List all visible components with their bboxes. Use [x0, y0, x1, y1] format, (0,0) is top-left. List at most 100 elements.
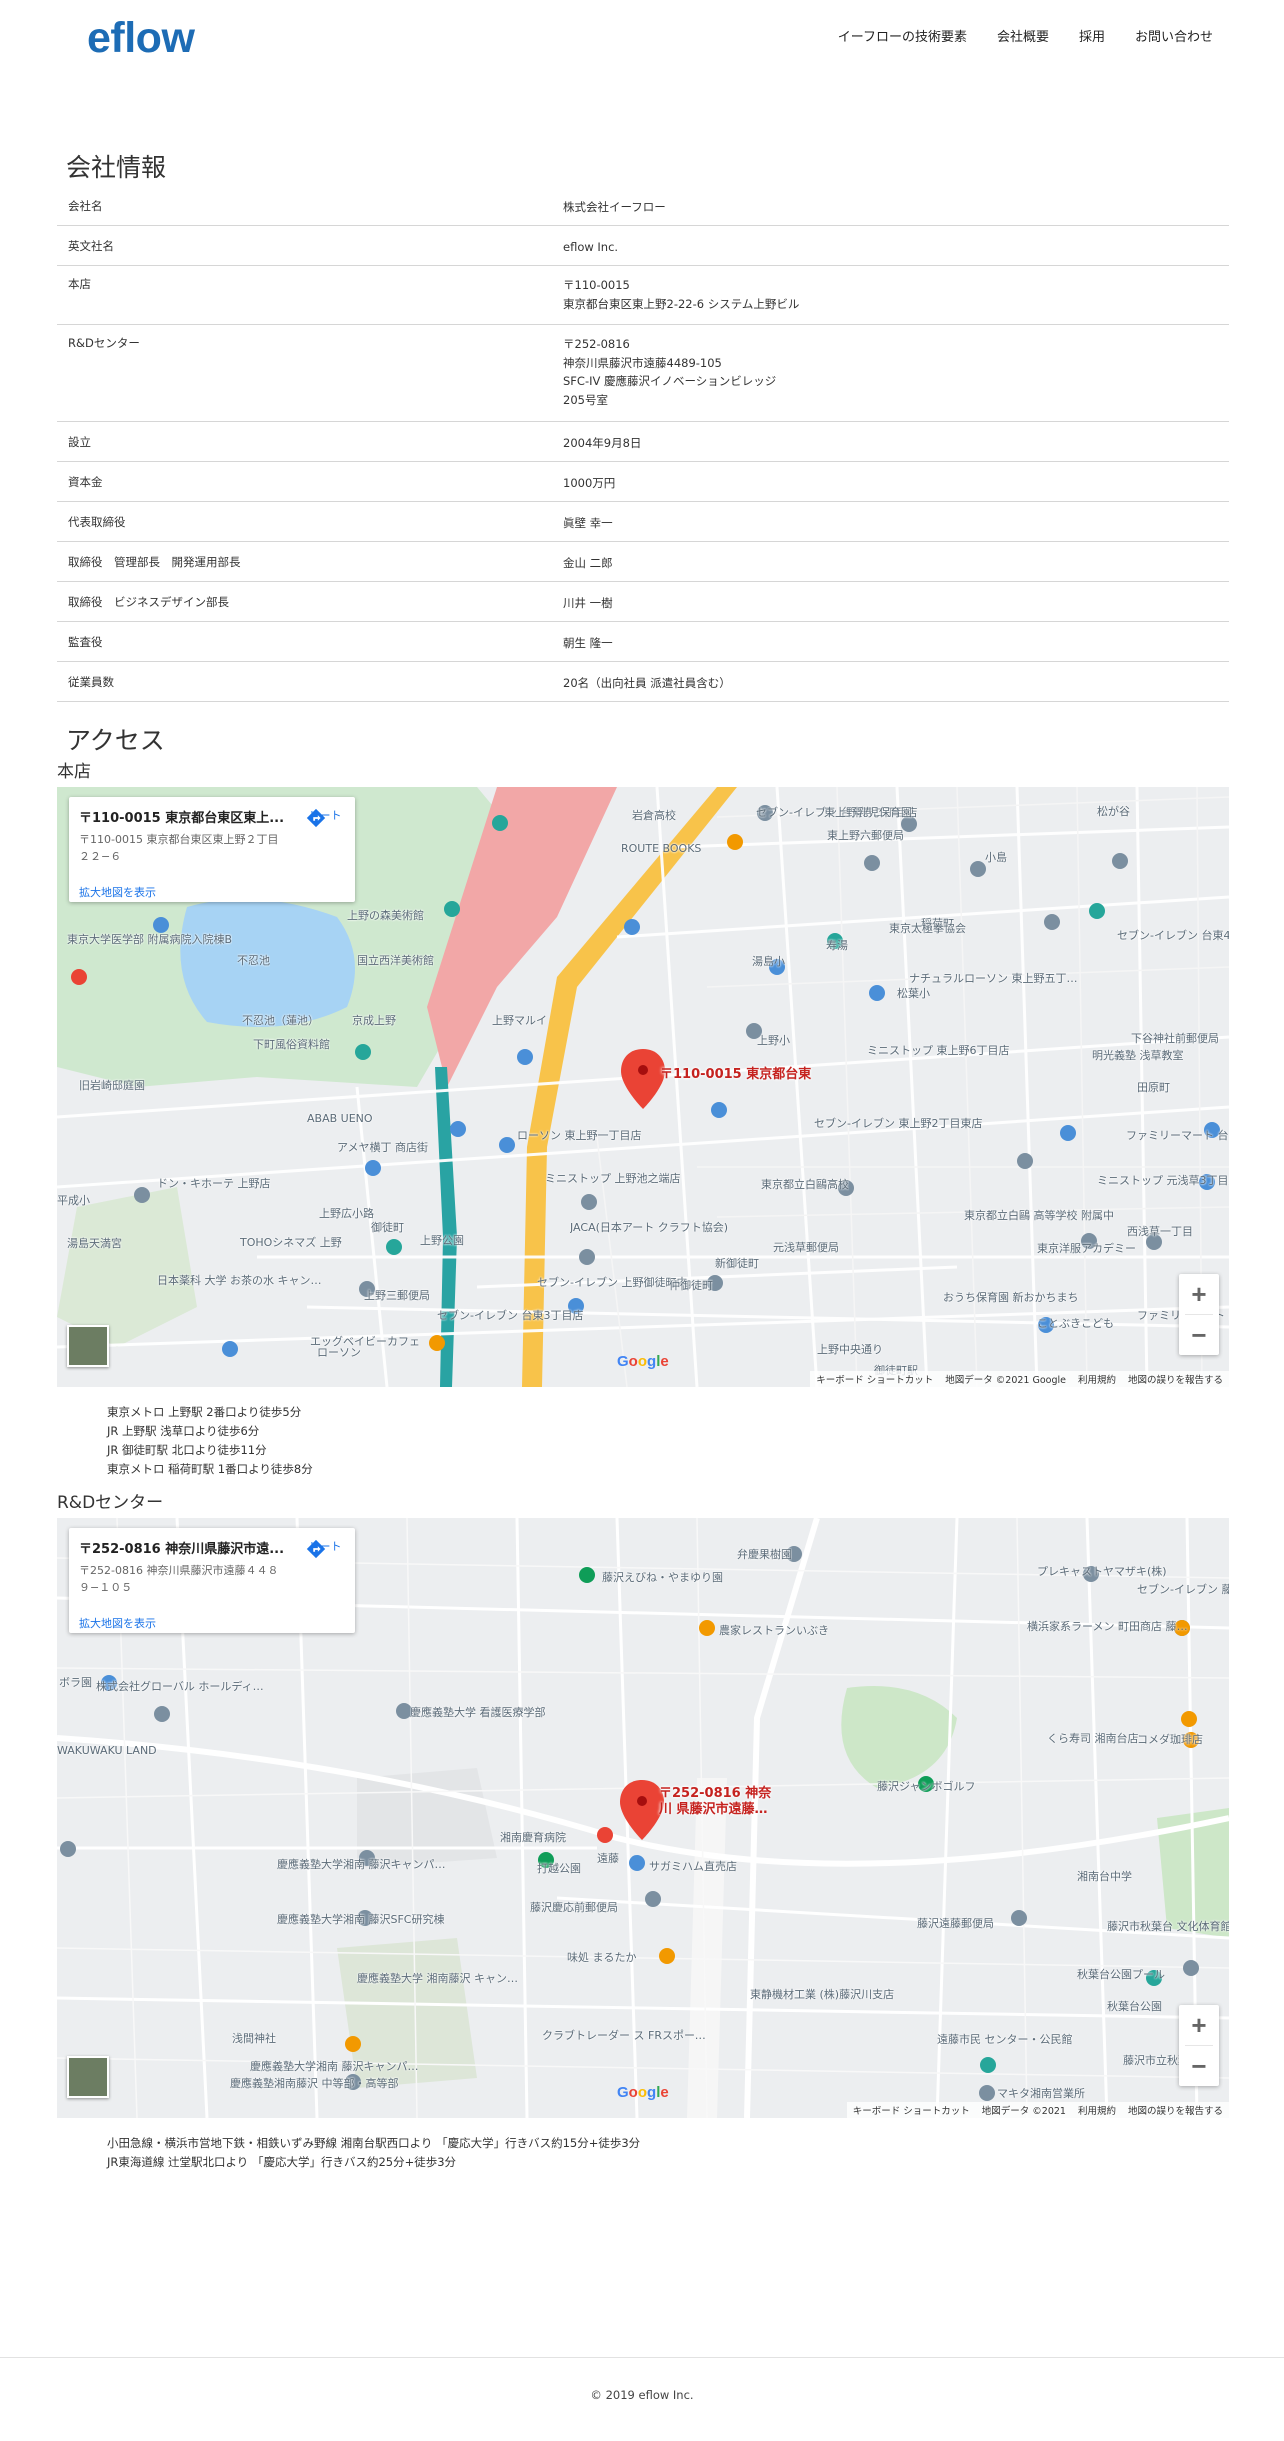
rd-map-label[interactable]: 慶應義塾大学 看護医療学部 [410, 1704, 546, 1720]
rd-map-label[interactable]: 打越公園 [537, 1860, 581, 1876]
rd-map[interactable]: 〒252-0816 神奈川 県藤沢市遠藤… 弁慶果樹園 藤沢えびね・やまゆり園農家… [57, 1518, 1229, 2118]
rd-map-label[interactable]: ボラ園 [59, 1674, 92, 1690]
hq-map-label[interactable]: 御徒町 [371, 1219, 404, 1235]
hq-map-label[interactable]: 不忍池 [237, 952, 270, 968]
hq-map-label[interactable]: ミニストップ 元浅草3丁目店 [1097, 1172, 1229, 1188]
hq-map-label[interactable]: 西浅草一丁目 [1127, 1223, 1193, 1239]
hq-map-label[interactable]: 東京太極拳協会 [889, 920, 966, 936]
zoom-in-button[interactable]: + [1179, 1274, 1219, 1314]
rd-map-label[interactable]: 慶應義塾湘南藤沢 中等部・高等部 [230, 2075, 399, 2091]
rd-map-label[interactable]: サガミハム直売店 [649, 1858, 737, 1874]
hq-map-label[interactable]: セブン-イレブン 東上野2丁目東店 [814, 1115, 982, 1131]
hq-map-label[interactable]: 下町風俗資料館 [253, 1036, 330, 1052]
nav-item-technology[interactable]: イーフローの技術要素 [838, 26, 967, 45]
rd-map-label[interactable]: 藤沢ジャンボゴルフ [877, 1778, 975, 1794]
hq-map-label[interactable]: 下谷神社前郵便局 [1131, 1030, 1219, 1046]
rd-enlarge-map-link[interactable]: 拡大地図を表示 [79, 1615, 156, 1631]
hq-map-label[interactable]: 上野マルイ [492, 1012, 547, 1028]
hq-map-label[interactable]: ABAB UENO [307, 1112, 373, 1125]
hq-map-label[interactable]: おうち保育園 新おかちまち [943, 1289, 1079, 1305]
terms-link[interactable]: 利用規約 [1078, 1372, 1116, 1386]
zoom-out-button[interactable]: − [1179, 2046, 1219, 2086]
rd-map-label[interactable]: 慶應義塾大学 湘南藤沢 キャンパス [357, 1970, 527, 1986]
hq-map-label[interactable]: 元浅草郵便局 [773, 1239, 839, 1255]
hq-map-label[interactable]: 東京大学医学部 附属病院入院棟B [67, 931, 232, 947]
hq-map-label[interactable]: 国立西洋美術館 [357, 952, 434, 968]
rd-map-label[interactable]: 株式会社グローバル ホールディングス [96, 1678, 266, 1694]
rd-map-label[interactable]: 藤沢慶応前郵便局 [530, 1899, 618, 1915]
hq-map-label[interactable]: セブン-イレブン 台東3丁目店 [437, 1307, 583, 1323]
hq-map-label[interactable]: 上野公園 [420, 1232, 464, 1248]
report-error-link[interactable]: 地図の誤りを報告する [1128, 2103, 1223, 2117]
rd-map-label[interactable]: 遠藤 [597, 1850, 619, 1866]
hq-map-label[interactable]: 仲御徒町 [669, 1277, 713, 1293]
rd-map-label[interactable]: 秋葉台公園 [1107, 1998, 1162, 2014]
terms-link[interactable]: 利用規約 [1078, 2103, 1116, 2117]
hq-map-label[interactable]: 日本薬科 大学 お茶の水 キャンパス [157, 1272, 327, 1288]
hq-map-label[interactable]: 東京都立白鷗高校 [761, 1176, 849, 1192]
rd-map-label[interactable]: 藤沢えびね・やまゆり園 [602, 1569, 723, 1585]
hq-map-label[interactable]: ドン・キホーテ 上野店 [157, 1175, 271, 1191]
hq-map-label[interactable]: 上野の森美術館 [347, 907, 424, 923]
hq-map-label[interactable]: ミニストップ 東上野6丁目店 [867, 1042, 1010, 1058]
rd-map-label[interactable]: 湘南慶育病院 [500, 1829, 566, 1845]
hq-map-label[interactable]: 東上野六郵便局 [827, 827, 904, 843]
hq-map-label[interactable]: 松葉小 [897, 985, 930, 1001]
hq-map-label[interactable]: JACA(日本アート クラフト協会) [570, 1219, 728, 1235]
rd-map-label[interactable]: くら寿司 湘南台店 [1047, 1730, 1139, 1746]
hq-map[interactable]: 〒110-0015 東京都台東 東京文化会館上野の森美術館国立西洋美術館不忍池不… [57, 787, 1229, 1387]
hq-map-label[interactable]: 寿湯 [826, 937, 848, 953]
keyboard-shortcuts-link[interactable]: キーボード ショートカット [853, 2103, 970, 2117]
rd-map-label[interactable]: WAKUWAKU LAND [57, 1744, 157, 1757]
rd-map-label[interactable]: 遠藤市民 センター・公民館 [937, 2031, 1073, 2047]
hq-map-label[interactable]: ファミリーマート 台東寿二丁目店 [1126, 1127, 1229, 1143]
rd-map-label[interactable]: 慶應義塾大学湘南 藤沢キャンパス庭球場 [250, 2058, 420, 2074]
hq-map-label[interactable]: 京成上野 [352, 1012, 396, 1028]
rd-map-label[interactable]: セブン-イレブン 藤沢高瀬店 [1137, 1581, 1229, 1597]
hq-map-label[interactable]: 岩倉高校 [632, 807, 676, 823]
hq-map-label[interactable]: ローソン [317, 1344, 361, 1360]
hq-map-label[interactable]: 不忍池（蓮池） [242, 1012, 319, 1028]
hq-map-label[interactable]: ことぶきこども [1037, 1315, 1114, 1331]
hq-map-label[interactable]: 湯島天満宮 [67, 1235, 122, 1251]
rd-map-label[interactable]: マキタ湘南営業所 [997, 2085, 1085, 2101]
rd-pin-label[interactable]: 〒252-0816 神奈川 県藤沢市遠藤… [659, 1786, 779, 1818]
rd-map-label[interactable]: 農家レストランいぶき [719, 1622, 829, 1638]
rd-route-button[interactable]: ルート [305, 1538, 345, 1559]
hq-map-label[interactable]: セブン-イレブン 台東4丁目店 [1117, 927, 1229, 943]
hq-map-label[interactable]: 明光義塾 浅草教室 [1092, 1047, 1184, 1063]
nav-item-company[interactable]: 会社概要 [997, 26, 1049, 45]
hq-map-label[interactable]: 東上野乳児保育園 [824, 804, 912, 820]
hq-map-label[interactable]: 湯島小 [752, 953, 785, 969]
nav-item-recruit[interactable]: 採用 [1079, 26, 1105, 45]
report-error-link[interactable]: 地図の誤りを報告する [1128, 1372, 1223, 1386]
hq-route-button[interactable]: ルート [305, 807, 345, 828]
hq-map-label[interactable]: ナチュラルローソン 東上野五丁目店 [909, 970, 1079, 986]
hq-map-label[interactable]: 上野中央通り [817, 1341, 883, 1357]
rd-map-label[interactable]: 東静機材工業 (株)藤沢川支店 [750, 1986, 894, 2002]
rd-map-label[interactable]: 湘南台中学 [1077, 1868, 1132, 1884]
hq-map-label[interactable]: 上野小 [757, 1032, 790, 1048]
hq-map-label[interactable]: 松が谷 [1097, 803, 1130, 819]
hq-map-label[interactable]: 平成小 [57, 1192, 90, 1208]
rd-map-label[interactable]: 横浜家系ラーメン 町田商店 藤沢湘南台店 [1027, 1618, 1197, 1634]
rd-map-label[interactable]: 藤沢遠藤郵便局 [917, 1915, 994, 1931]
rd-map-label[interactable]: 浅間神社 [232, 2030, 276, 2046]
nav-item-contact[interactable]: お問い合わせ [1135, 26, 1213, 45]
hq-map-label[interactable]: 新御徒町 [715, 1255, 759, 1271]
hq-map-label[interactable]: 上野三郵便局 [364, 1287, 430, 1303]
hq-map-label[interactable]: 田原町 [1137, 1079, 1170, 1095]
rd-map-label[interactable]: クラブトレーダー ス FRスポーツ… [542, 2027, 712, 2043]
hq-map-label[interactable]: 上野広小路 [319, 1205, 374, 1221]
hq-map-label[interactable]: TOHOシネマズ 上野 [240, 1234, 342, 1250]
zoom-in-button[interactable]: + [1179, 2005, 1219, 2045]
eflow-logo[interactable]: eflow [87, 14, 195, 63]
google-logo[interactable]: Google [617, 2084, 669, 2101]
rd-map-label[interactable]: 秋葉台公園プール [1077, 1966, 1165, 1982]
rd-map-label[interactable]: 慶應義塾大学湘南 藤沢SFC研究棟 [277, 1911, 445, 1927]
hq-enlarge-map-link[interactable]: 拡大地図を表示 [79, 884, 156, 900]
rd-satellite-toggle[interactable] [67, 2056, 109, 2098]
rd-map-label[interactable]: 慶應義塾大学湘南 藤沢キャンパス体育館 [277, 1856, 447, 1872]
rd-map-label[interactable]: 弁慶果樹園 [737, 1546, 792, 1562]
hq-satellite-toggle[interactable] [67, 1325, 109, 1367]
